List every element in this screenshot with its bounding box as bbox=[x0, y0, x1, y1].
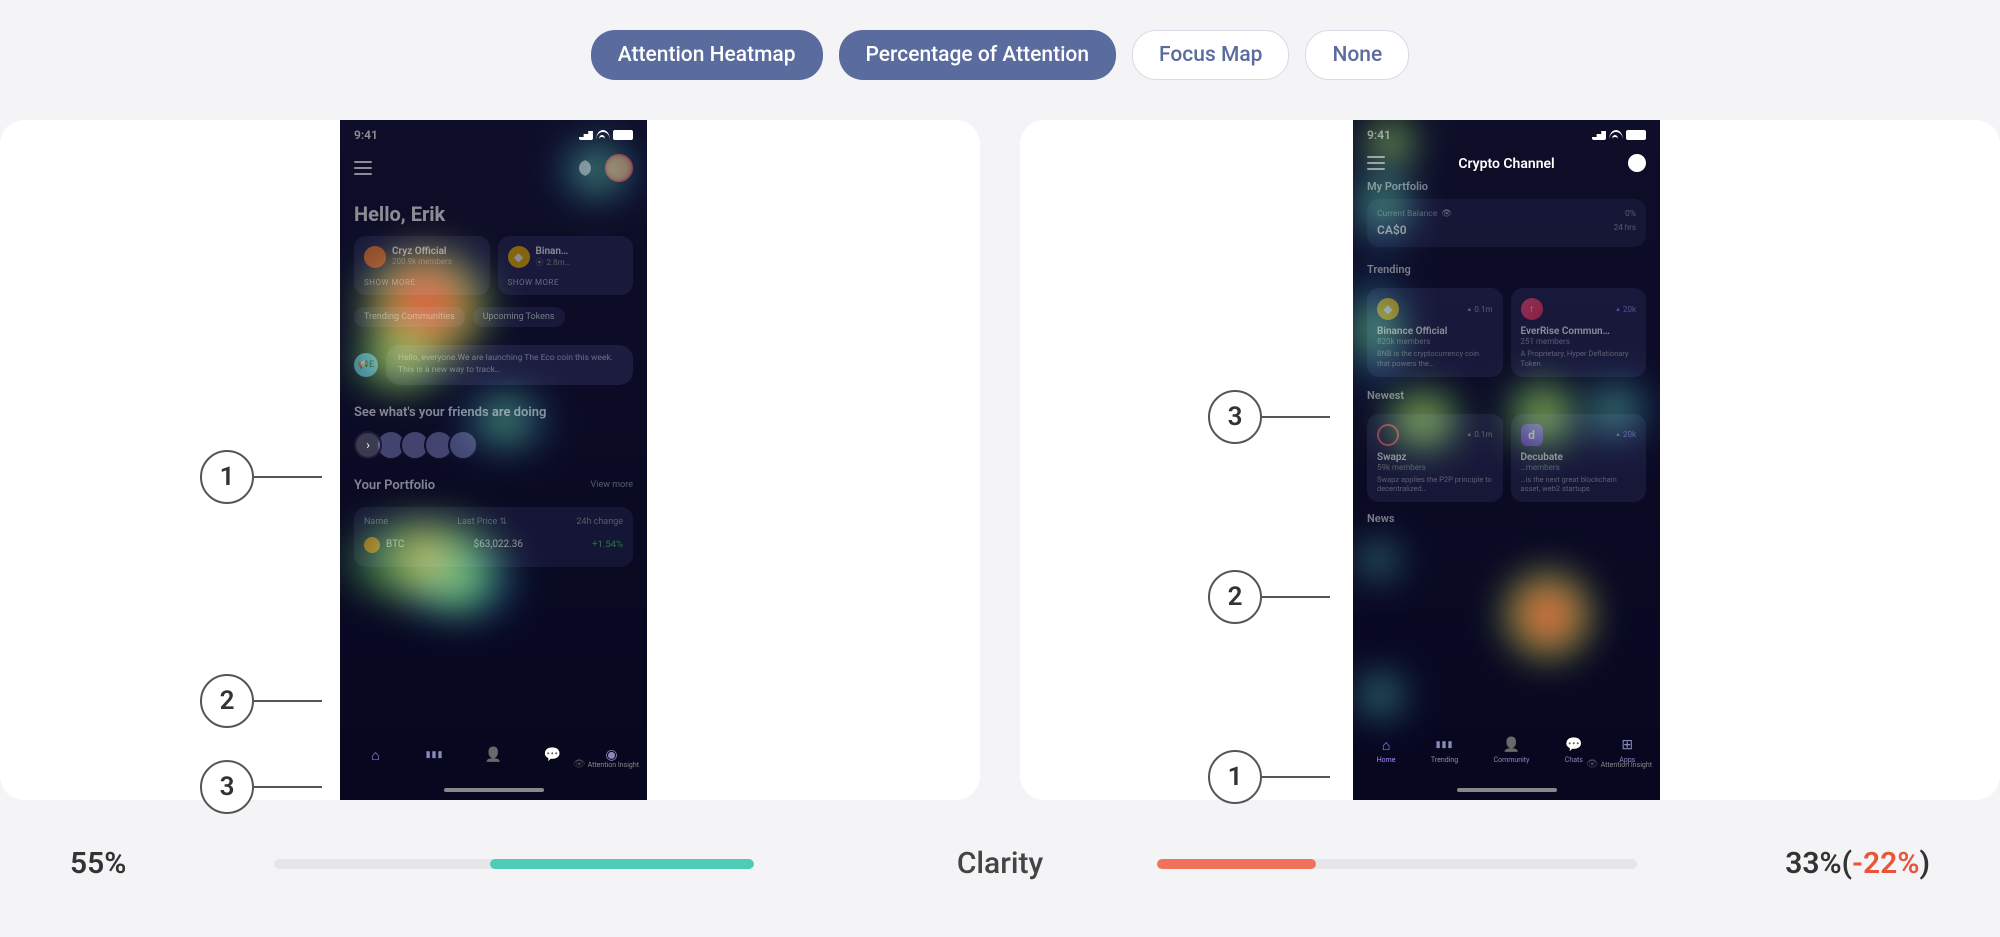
filter-attention-heatmap[interactable]: Attention Heatmap bbox=[591, 30, 823, 80]
chat-icon bbox=[544, 746, 562, 764]
home-indicator bbox=[444, 788, 544, 792]
clarity-score-left: 55% bbox=[70, 846, 126, 881]
marker-number: 2 bbox=[1208, 570, 1262, 624]
attention-marker-2: 2 bbox=[200, 674, 322, 728]
marker-number: 2 bbox=[200, 674, 254, 728]
phone-screenshot-a: 9:41 Hello, Erik bbox=[340, 120, 647, 800]
nav-community[interactable]: Community bbox=[1494, 736, 1530, 764]
clarity-score-right: 33%(-22%) bbox=[1785, 846, 1930, 881]
panel-left: 9:41 Hello, Erik bbox=[0, 120, 980, 800]
sun-icon[interactable] bbox=[1628, 154, 1646, 172]
user-icon bbox=[1502, 736, 1520, 754]
home-indicator bbox=[1457, 788, 1557, 792]
bars-icon bbox=[1436, 736, 1454, 754]
attention-marker-1: 1 bbox=[1208, 750, 1330, 804]
nav-chat[interactable] bbox=[544, 746, 562, 764]
nav-chats[interactable]: Chats bbox=[1565, 736, 1583, 764]
marker-number: 3 bbox=[200, 760, 254, 814]
attention-marker-3: 3 bbox=[200, 760, 322, 814]
marker-number: 1 bbox=[200, 450, 254, 504]
filter-bar: Attention Heatmap Percentage of Attentio… bbox=[0, 0, 2000, 120]
home-icon bbox=[367, 746, 385, 764]
nav-home[interactable] bbox=[367, 746, 385, 764]
progress-fill bbox=[490, 859, 754, 869]
watermark: Attention Insight bbox=[573, 759, 639, 770]
chat-icon bbox=[1565, 736, 1583, 754]
watermark: Attention Insight bbox=[1586, 759, 1652, 770]
filter-focus-map[interactable]: Focus Map bbox=[1132, 30, 1289, 80]
progress-fill bbox=[1157, 859, 1315, 869]
marker-number: 1 bbox=[1208, 750, 1262, 804]
nav-user[interactable] bbox=[485, 746, 503, 764]
bars-icon bbox=[426, 746, 444, 764]
nav-home[interactable]: Home bbox=[1377, 736, 1396, 764]
filter-none[interactable]: None bbox=[1305, 30, 1409, 80]
panel-right: 9:41 Crypto Channel My Portfolio bbox=[1020, 120, 2000, 800]
user-icon bbox=[485, 746, 503, 764]
clarity-bar-right bbox=[1157, 859, 1637, 869]
attention-marker-1: 1 bbox=[200, 450, 322, 504]
filter-percentage-attention[interactable]: Percentage of Attention bbox=[839, 30, 1117, 80]
nav-trending[interactable] bbox=[426, 746, 444, 764]
nav-trending[interactable]: Trending bbox=[1431, 736, 1458, 764]
clarity-bar-left bbox=[274, 859, 754, 869]
home-icon bbox=[1377, 736, 1395, 754]
battery-icon bbox=[1626, 130, 1646, 140]
attention-marker-2: 2 bbox=[1208, 570, 1330, 624]
marker-number: 3 bbox=[1208, 390, 1262, 444]
attention-marker-3: 3 bbox=[1208, 390, 1330, 444]
phone-screenshot-b: 9:41 Crypto Channel My Portfolio bbox=[1353, 120, 1660, 800]
clarity-label: Clarity bbox=[947, 846, 1053, 881]
battery-icon bbox=[613, 130, 633, 140]
apps-icon bbox=[1618, 736, 1636, 754]
friends-arrow[interactable]: › bbox=[354, 431, 382, 459]
